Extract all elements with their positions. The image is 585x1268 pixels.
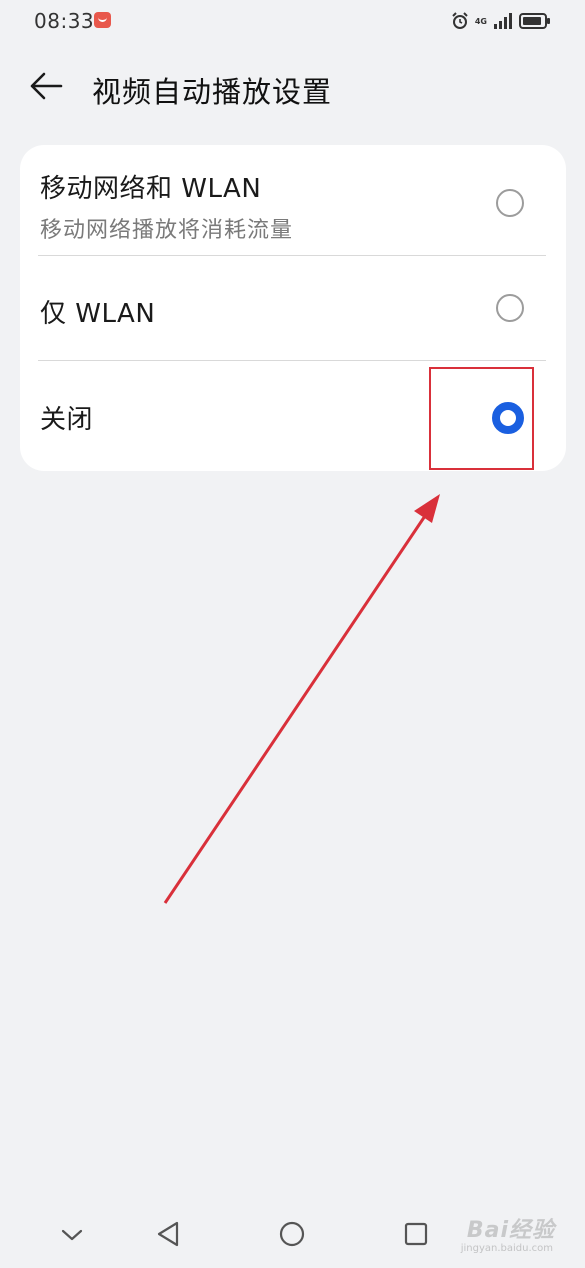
nav-back-button[interactable]	[148, 1218, 188, 1254]
triangle-back-icon	[156, 1221, 180, 1251]
collapse-button[interactable]	[52, 1218, 92, 1254]
annotation-arrow	[163, 494, 440, 904]
chevron-down-icon	[61, 1227, 83, 1246]
video-autoplay-settings-screen: 08:33 4G 视频自动播放设置 移动网络和 WLAN 移动网络播放将消耗流量…	[0, 0, 585, 1268]
watermark: Bai经验	[466, 1218, 555, 1243]
nav-recent-button[interactable]	[396, 1218, 436, 1254]
watermark-url: jingyan.baidu.com	[460, 1243, 553, 1254]
nav-home-button[interactable]	[272, 1218, 312, 1254]
square-recent-icon	[404, 1222, 428, 1250]
circle-home-icon	[279, 1221, 305, 1251]
